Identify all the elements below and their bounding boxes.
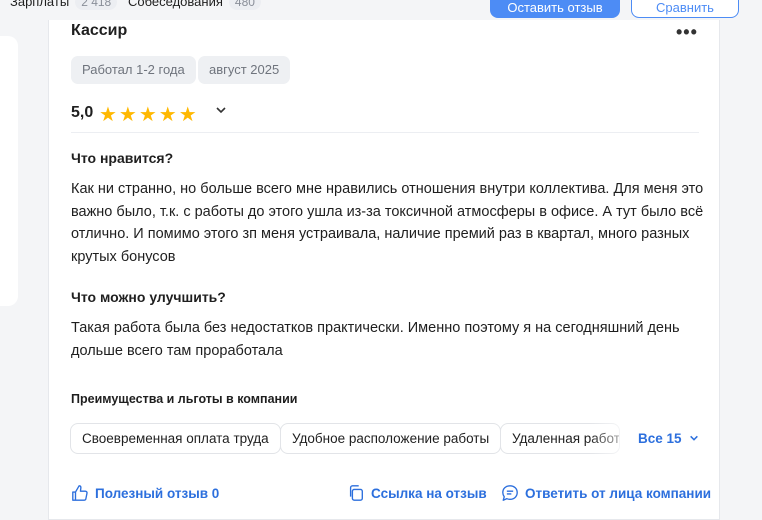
divider	[71, 132, 699, 133]
rating-value: 5,0	[71, 104, 94, 121]
improve-text: Такая работа была без недостатков практи…	[71, 320, 680, 359]
copy-icon	[349, 485, 363, 501]
likes-text: Как ни странно, но больше всего мне нрав…	[71, 181, 704, 265]
copy-link-label: Ссылка на отзыв	[371, 485, 487, 501]
salaries-count-badge: 2 418	[75, 0, 118, 10]
tab-interviews[interactable]: Собеседования 480	[128, 0, 261, 10]
chevron-down-icon	[690, 435, 699, 441]
benefit-chip[interactable]: Своевременная оплата труда	[70, 423, 281, 454]
tab-salaries[interactable]: Зарплаты 2 418	[10, 0, 118, 10]
left-panel	[0, 36, 18, 306]
show-all-benefits-link[interactable]: Все 15	[632, 431, 700, 446]
improve-heading: Что можно улучшить?	[71, 289, 226, 305]
leave-review-button[interactable]: Оставить отзыв	[490, 0, 620, 18]
more-options-icon[interactable]: •••	[676, 22, 698, 43]
benefits-heading: Преимущества и льготы в компании	[71, 392, 298, 406]
rating-stars: ★★★★★	[99, 104, 199, 126]
tab-interviews-label: Собеседования	[128, 0, 223, 9]
tag-date: август 2025	[198, 56, 291, 84]
thumbs-up-icon	[72, 485, 88, 501]
review-card: Кассир ••• Работал 1-2 года август 2025 …	[48, 20, 720, 520]
helpful-review-button[interactable]: Полезный отзыв 0	[71, 484, 219, 502]
tab-salaries-label: Зарплаты	[10, 0, 70, 9]
comment-icon	[502, 485, 518, 501]
show-all-benefits-label: Все 15	[638, 431, 682, 446]
review-title: Кассир	[71, 22, 128, 39]
interviews-count-badge: 480	[228, 0, 261, 10]
helpful-review-label: Полезный отзыв 0	[95, 485, 220, 501]
chevron-down-icon[interactable]	[215, 104, 227, 116]
compare-button[interactable]: Сравнить	[631, 0, 739, 18]
benefit-chip[interactable]: Удобное расположение работы	[280, 423, 502, 454]
reply-as-company-label: Ответить от лица компании	[525, 485, 712, 501]
top-nav: Зарплаты 2 418 Собеседования 480 Оставить …	[0, 0, 762, 20]
reply-as-company-button[interactable]: Ответить от лица компании	[501, 484, 711, 502]
copy-link-button[interactable]: Ссылка на отзыв	[347, 484, 487, 502]
likes-heading: Что нравится?	[71, 150, 174, 166]
tag-experience: Работал 1-2 года	[71, 56, 196, 84]
